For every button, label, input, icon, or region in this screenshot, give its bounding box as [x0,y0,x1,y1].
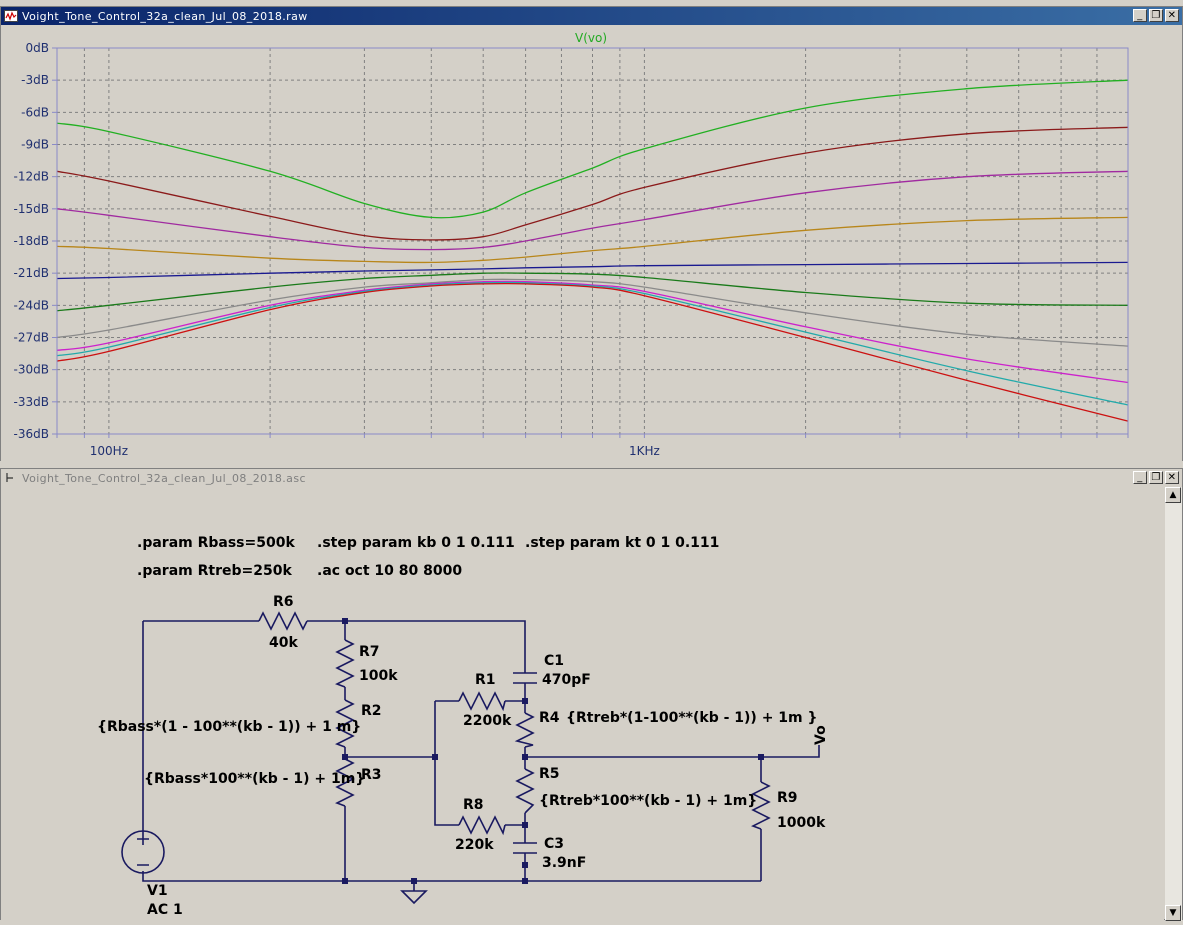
r6-value[interactable]: 40k [269,635,298,651]
r9-value[interactable]: 1000k [777,815,826,831]
x-tick-label: 1KHz [629,444,660,458]
ac-directive[interactable]: .ac oct 10 80 8000 [317,563,462,579]
y-tick-label: -30dB [14,363,49,377]
y-tick-label: -9dB [21,138,49,152]
c1-value[interactable]: 470pF [542,672,591,688]
v1-value[interactable]: AC 1 [147,902,183,918]
schematic-window-title: Voight_Tone_Control_32a_clean_Jul_08_201… [22,471,306,485]
resistor-r8[interactable] [458,815,506,836]
capacitor-c3[interactable] [513,842,537,854]
y-tick-label: 0dB [26,41,49,55]
r5-value[interactable]: {Rtreb*100**(kb - 1) + 1m} [539,793,757,809]
r2-value[interactable]: {Rbass*(1 - 100**(kb - 1)) + 1 m} [97,719,361,735]
y-tick-label: -3dB [21,73,49,87]
y-tick-label: -18dB [14,234,49,248]
param-rtreb[interactable]: .param Rtreb=250k [137,563,292,579]
y-axis-ticks: 0dB -3dB -6dB -9dB -12dB -15dB -18dB -21dB -24dB… [14,41,57,441]
plot-area[interactable]: V(vo) 0dB -3dB -6dB -9dB -12dB -15dB -18dB -21d… [1,25,1182,468]
close-button[interactable]: ✕ [1165,9,1179,22]
r8-value[interactable]: 220k [455,837,494,853]
r1-value[interactable]: 2200k [463,713,512,729]
capacitor-c1[interactable] [513,672,537,684]
y-tick-label: -12dB [14,170,49,184]
step-kt[interactable]: .step param kt 0 1 0.111 [525,535,719,551]
r7-value[interactable]: 100k [359,668,398,684]
y-tick-label: -33dB [14,395,49,409]
vo-net-label[interactable]: Vo [813,725,829,745]
plot-window-titlebar[interactable]: Voight_Tone_Control_32a_clean_Jul_08_201… [1,7,1182,25]
r4-value[interactable]: {Rtreb*(1-100**(kb - 1)) + 1m } [566,710,817,726]
v1-name[interactable]: V1 [147,883,168,899]
resistor-r5[interactable] [515,768,535,814]
scroll-up-icon[interactable]: ▲ [1165,487,1181,503]
plot-window: Voight_Tone_Control_32a_clean_Jul_08_201… [0,6,1183,468]
schematic-drawing[interactable]: .param Rbass=500k .param Rtreb=250k .ste… [1,487,1164,921]
y-tick-label: -24dB [14,298,49,312]
plot-grid [56,48,1129,434]
r3-value[interactable]: {Rbass*100**(kb - 1) + 1m} [144,771,365,787]
restore-button[interactable]: ❐ [1149,471,1163,484]
bode-chart[interactable]: V(vo) 0dB -3dB -6dB -9dB -12dB -15dB -18dB -21d… [1,25,1182,462]
trace-line-9 [56,282,1129,422]
trace-line-0 [56,79,1129,219]
resistor-r1[interactable] [458,691,506,712]
y-tick-label: -21dB [14,266,49,280]
restore-button[interactable]: ❐ [1149,9,1163,22]
schematic-window: Voight_Tone_Control_32a_clean_Jul_08_201… [0,468,1183,921]
resistor-r4[interactable] [514,712,535,748]
y-tick-label: -6dB [21,105,49,119]
r5-name[interactable]: R5 [539,766,560,782]
r2-name[interactable]: R2 [361,703,382,719]
minimize-button[interactable]: _ [1133,9,1147,22]
x-tick-label: 100Hz [90,444,128,458]
y-tick-label: -15dB [14,202,49,216]
minimize-button[interactable]: _ [1133,471,1147,484]
schematic-window-titlebar[interactable]: Voight_Tone_Control_32a_clean_Jul_08_201… [1,469,1182,487]
close-button[interactable]: ✕ [1165,471,1179,484]
resistor-r6[interactable] [258,611,308,631]
y-tick-label: -36dB [14,427,49,441]
resistor-r7[interactable] [335,639,355,688]
trace-label[interactable]: V(vo) [575,31,607,45]
c1-name[interactable]: C1 [544,653,564,669]
scrollbar-track[interactable] [1165,503,1182,905]
vertical-scrollbar[interactable]: ▲ ▼ [1165,487,1182,921]
waveform-window-icon [4,10,18,22]
voltage-source-v1[interactable] [121,830,165,874]
y-tick-label: -27dB [14,331,49,345]
param-rbass[interactable]: .param Rbass=500k [137,535,295,551]
c3-value[interactable]: 3.9nF [542,855,586,871]
scroll-down-icon[interactable]: ▼ [1165,905,1181,921]
step-kb[interactable]: .step param kb 0 1 0.111 [317,535,515,551]
c3-name[interactable]: C3 [544,836,564,852]
schematic-window-icon [6,473,13,482]
r6-name[interactable]: R6 [273,594,294,610]
r1-name[interactable]: R1 [475,672,496,688]
r9-name[interactable]: R9 [777,790,798,806]
r7-name[interactable]: R7 [359,644,380,660]
x-axis-ticks: 100Hz 1KHz [56,434,1129,458]
schematic-canvas[interactable]: .param Rbass=500k .param Rtreb=250k .ste… [1,487,1164,921]
plot-window-title: Voight_Tone_Control_32a_clean_Jul_08_201… [22,9,308,23]
r4-name[interactable]: R4 [539,710,560,726]
ground-icon[interactable] [400,890,428,905]
r8-name[interactable]: R8 [463,797,484,813]
